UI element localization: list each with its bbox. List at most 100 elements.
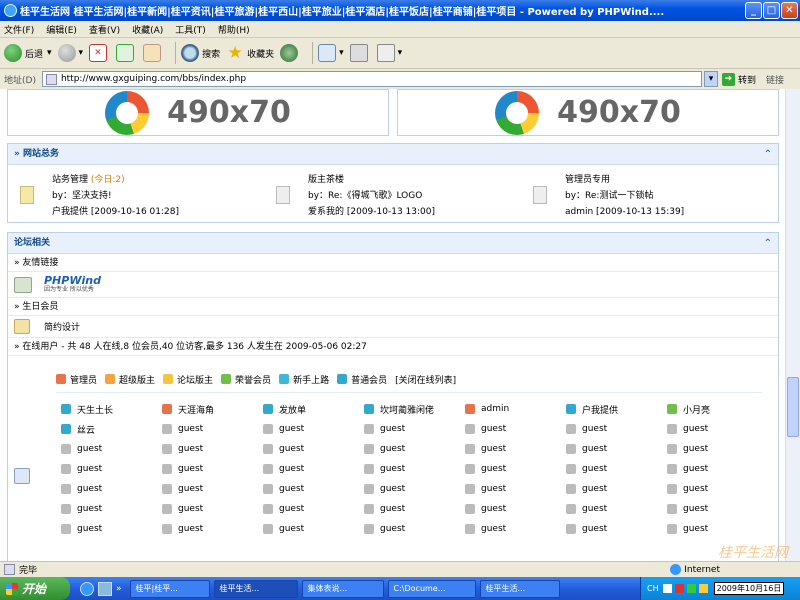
online-user[interactable]: guest: [364, 444, 465, 454]
task-button[interactable]: 桂平生活...: [213, 579, 298, 598]
phpwind-link[interactable]: PHPWind 因为专业 所以优秀: [44, 275, 101, 294]
online-user[interactable]: guest: [364, 504, 465, 514]
start-button[interactable]: 开始: [0, 577, 70, 600]
online-user[interactable]: guest: [162, 504, 263, 514]
close-button[interactable]: ✕: [781, 2, 798, 19]
notice-latest[interactable]: by：Re:《得城飞歌》LOGO: [308, 188, 526, 204]
online-user[interactable]: guest: [61, 504, 162, 514]
online-user[interactable]: guest: [263, 464, 364, 474]
collapse-icon[interactable]: ⌃: [764, 144, 772, 165]
notice-title[interactable]: 站务管理: [52, 175, 88, 185]
online-user[interactable]: 丝云: [61, 423, 162, 436]
online-user[interactable]: guest: [667, 424, 768, 434]
online-user[interactable]: guest: [566, 484, 667, 494]
online-user[interactable]: 天生土长: [61, 403, 162, 416]
online-user[interactable]: guest: [162, 424, 263, 434]
online-user[interactable]: guest: [263, 424, 364, 434]
home-button[interactable]: [143, 44, 164, 62]
menu-help[interactable]: 帮助(H): [218, 23, 250, 36]
online-user[interactable]: guest: [162, 524, 263, 534]
online-user[interactable]: guest: [61, 484, 162, 494]
online-user[interactable]: guest: [667, 464, 768, 474]
tray-icon[interactable]: [698, 584, 708, 593]
online-user[interactable]: guest: [465, 444, 566, 454]
refresh-button[interactable]: [116, 44, 137, 62]
notice-latest[interactable]: by：Re:测试一下锁帖: [565, 188, 778, 204]
task-button[interactable]: 桂平|桂平...: [129, 579, 210, 598]
online-user[interactable]: admin: [465, 404, 566, 414]
links-label[interactable]: 链接: [766, 73, 784, 86]
ad-banner-left[interactable]: 490x70: [7, 89, 389, 136]
notice-title[interactable]: 管理员专用: [565, 175, 610, 185]
maximize-button[interactable]: □: [763, 2, 780, 19]
online-user[interactable]: guest: [465, 524, 566, 534]
stop-button[interactable]: ✕: [89, 44, 110, 62]
collapse-icon[interactable]: ⌃: [764, 233, 772, 254]
online-user[interactable]: guest: [465, 484, 566, 494]
online-user[interactable]: guest: [263, 504, 364, 514]
online-user[interactable]: 小月亮: [667, 403, 768, 416]
online-user[interactable]: guest: [566, 424, 667, 434]
online-user[interactable]: guest: [263, 484, 364, 494]
tray-icon[interactable]: [686, 584, 696, 593]
online-user[interactable]: guest: [465, 424, 566, 434]
online-user[interactable]: guest: [667, 504, 768, 514]
online-user[interactable]: guest: [162, 464, 263, 474]
online-user[interactable]: guest: [61, 524, 162, 534]
online-user[interactable]: guest: [364, 424, 465, 434]
tray-icon[interactable]: [662, 584, 672, 593]
online-user[interactable]: guest: [667, 444, 768, 454]
menu-favorites[interactable]: 收藏(A): [132, 23, 163, 36]
forward-button[interactable]: ▾: [57, 44, 83, 62]
scrollbar-thumb[interactable]: [787, 377, 799, 437]
address-input[interactable]: http://www.gxguiping.com/bbs/index.php: [41, 71, 702, 87]
online-user[interactable]: 户我提供: [566, 403, 667, 416]
legend-item[interactable]: [关闭在线列表]: [395, 373, 456, 386]
online-user[interactable]: guest: [263, 444, 364, 454]
online-user[interactable]: guest: [61, 464, 162, 474]
mail-button[interactable]: ▾: [318, 44, 344, 62]
online-user[interactable]: guest: [566, 504, 667, 514]
online-user[interactable]: guest: [667, 524, 768, 534]
back-button[interactable]: 后退 ▾: [4, 44, 52, 62]
address-dropdown-icon[interactable]: ▾: [703, 71, 718, 87]
menu-file[interactable]: 文件(F): [4, 23, 34, 36]
online-user[interactable]: guest: [667, 484, 768, 494]
online-user[interactable]: guest: [263, 524, 364, 534]
input-method-icon[interactable]: CH: [647, 584, 659, 593]
online-user[interactable]: guest: [162, 484, 263, 494]
online-user[interactable]: guest: [364, 484, 465, 494]
quicklaunch-expand-icon[interactable]: »: [116, 584, 122, 594]
online-user[interactable]: guest: [162, 444, 263, 454]
minimize-button[interactable]: _: [745, 2, 762, 19]
menu-edit[interactable]: 编辑(E): [46, 23, 77, 36]
edit-button[interactable]: ▾: [376, 44, 402, 62]
online-user[interactable]: guest: [465, 464, 566, 474]
online-user[interactable]: 发放单: [263, 403, 364, 416]
online-user[interactable]: 坎坷蔺雅闲佬: [364, 403, 465, 416]
notice-latest[interactable]: by：坚决支持!: [52, 188, 270, 204]
tray-icon[interactable]: [674, 584, 684, 593]
task-button[interactable]: C:\Docume...: [387, 579, 476, 598]
online-user[interactable]: guest: [566, 524, 667, 534]
go-button[interactable]: ➔ 转到: [721, 72, 756, 86]
online-user[interactable]: guest: [364, 524, 465, 534]
ad-banner-right[interactable]: 490x70: [397, 89, 779, 136]
online-user[interactable]: guest: [566, 444, 667, 454]
task-button[interactable]: 桂平生活...: [479, 579, 560, 598]
history-button[interactable]: [280, 44, 301, 62]
print-button[interactable]: [349, 44, 371, 62]
quicklaunch-desktop-icon[interactable]: [98, 581, 112, 596]
search-button[interactable]: 搜索: [181, 44, 220, 62]
birthday-member[interactable]: 简约设计: [44, 320, 80, 333]
page-scrollbar[interactable]: [785, 89, 800, 561]
menu-view[interactable]: 查看(V): [89, 23, 120, 36]
online-user[interactable]: guest: [566, 464, 667, 474]
menu-tools[interactable]: 工具(T): [175, 23, 206, 36]
online-user[interactable]: guest: [61, 444, 162, 454]
back-dropdown-icon[interactable]: ▾: [47, 48, 52, 58]
online-user[interactable]: 天涯海角: [162, 403, 263, 416]
favorites-button[interactable]: ★ 收藏夹: [226, 44, 274, 62]
task-button[interactable]: 集体表说...: [301, 579, 384, 598]
online-user[interactable]: guest: [364, 464, 465, 474]
